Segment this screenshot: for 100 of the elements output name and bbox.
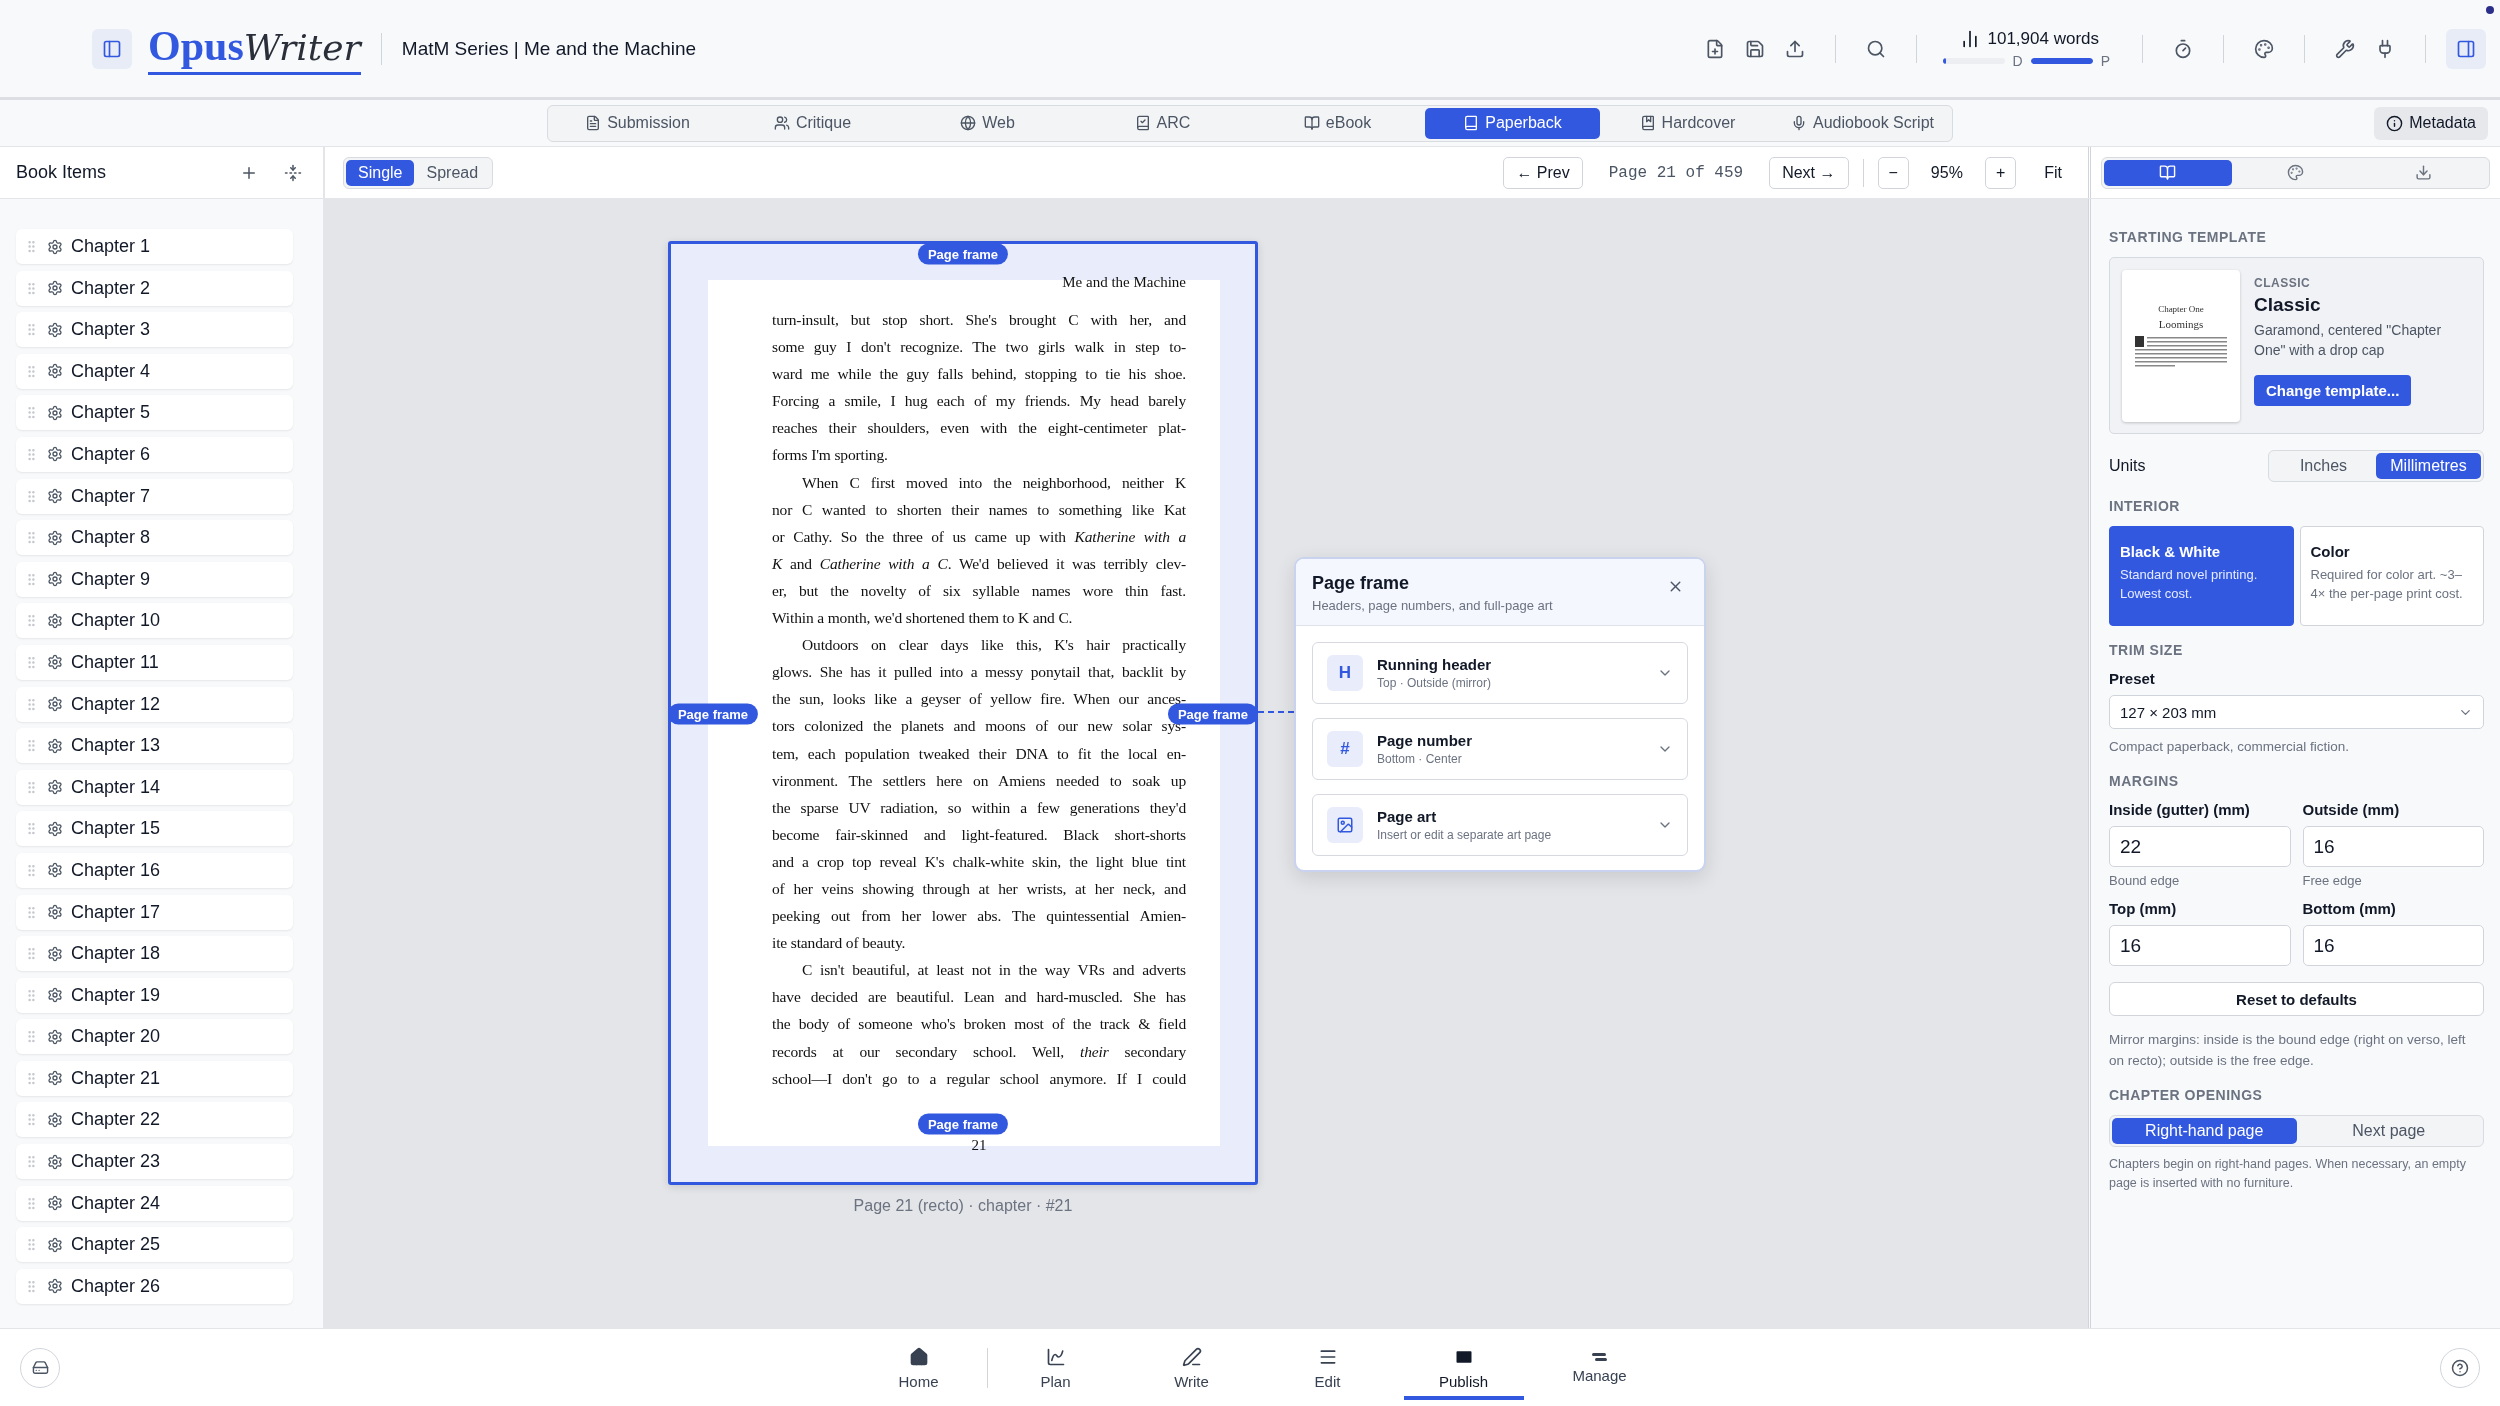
- interior-option[interactable]: Black & White Standard novel printing. Lowest cost.: [2109, 526, 2294, 626]
- view-mode-tab[interactable]: Spread: [414, 159, 491, 186]
- unit-tab[interactable]: Inches: [2271, 453, 2376, 479]
- frame-option[interactable]: # Page number Bottom · Center: [1312, 718, 1688, 780]
- help-icon: [2451, 1358, 2469, 1377]
- download-icon: [2414, 164, 2432, 181]
- chapter-item[interactable]: Chapter 8: [16, 520, 293, 556]
- format-tab[interactable]: Web: [900, 107, 1075, 139]
- timer-icon: [2173, 38, 2193, 59]
- field-label: Top (mm): [2109, 900, 2178, 918]
- chapter-item[interactable]: Chapter 23: [16, 1144, 293, 1180]
- section-heading: MARGINS: [2109, 773, 2180, 790]
- body-text-line: Forcing a smile, I hug each of my friends. My head barely: [772, 391, 1186, 412]
- margin-input[interactable]: 16: [2302, 826, 2484, 868]
- gear-icon: [47, 1028, 63, 1045]
- chapter-item[interactable]: Chapter 21: [16, 1060, 293, 1096]
- format-tab[interactable]: Hardcover: [1600, 107, 1775, 139]
- margin-input[interactable]: 16: [2109, 925, 2291, 967]
- nav-tab[interactable]: Home: [858, 1335, 979, 1400]
- mirror-note: Mirror margins: inside is the bound edge (right on verso, left on recto); outside is the free edge.: [2109, 1031, 2467, 1070]
- collapse-icon: [284, 163, 302, 182]
- drive-button[interactable]: [20, 1347, 60, 1388]
- format-tab[interactable]: Audiobook Script: [1775, 107, 1950, 139]
- chapter-item[interactable]: Chapter 13: [16, 728, 293, 764]
- progress-bar: [1942, 57, 2005, 64]
- format-tab[interactable]: Critique: [725, 107, 900, 139]
- chapter-item[interactable]: Chapter 1: [16, 229, 293, 264]
- unit-tab[interactable]: Millimetres: [2376, 453, 2481, 479]
- page-indicator: Page 21 of 459: [1607, 163, 1745, 182]
- zoom-out-button[interactable]: −: [1877, 156, 1909, 189]
- format-tab[interactable]: ARC: [1075, 107, 1250, 139]
- gear-icon: [47, 1195, 63, 1212]
- chapter-item[interactable]: Chapter 17: [16, 894, 293, 930]
- chapter-item[interactable]: Chapter 24: [16, 1185, 293, 1221]
- preset-select[interactable]: 127 × 203 mm: [2109, 695, 2484, 729]
- format-tab[interactable]: eBook: [1250, 107, 1425, 139]
- running-header: Me and the Machine: [1061, 274, 1186, 292]
- metadata-button[interactable]: Metadata: [2374, 106, 2488, 140]
- option-detail: Bottom · Center: [1377, 752, 1463, 766]
- interior-option[interactable]: Color Required for color art. ~3–4× the per-page print cost.: [2299, 526, 2484, 626]
- chapter-item[interactable]: Chapter 11: [16, 644, 293, 680]
- body-text-line: records at our secondary school. Well, their secondary: [772, 1041, 1186, 1062]
- panel-tab[interactable]: [2104, 159, 2232, 186]
- globe-icon: [960, 115, 977, 131]
- chapter-item[interactable]: Chapter 22: [16, 1102, 293, 1138]
- body-text-line: ite standard of beauty.: [772, 933, 907, 954]
- frame-option[interactable]: H Running header Top · Outside (mirror): [1312, 642, 1688, 704]
- previous-page-button[interactable]: ← Prev: [1503, 156, 1583, 189]
- field-label: Bottom (mm): [2302, 900, 2397, 918]
- panel-toggle-button[interactable]: [2446, 28, 2486, 69]
- stacked-bars-icon: [1592, 1352, 1607, 1361]
- margin-input[interactable]: 16: [2302, 925, 2484, 967]
- template-description: Garamond, centered "Chapter One" with a drop cap: [2254, 321, 2443, 361]
- chapter-item[interactable]: Chapter 19: [16, 977, 293, 1013]
- sidebar-toggle-button[interactable]: [92, 28, 132, 69]
- frame-option[interactable]: Page art Insert or edit a separate art page: [1312, 794, 1688, 856]
- change-template-button[interactable]: Change template...: [2254, 374, 2412, 406]
- format-tab[interactable]: Paperback: [1425, 107, 1600, 139]
- chapter-item[interactable]: Chapter 16: [16, 852, 293, 888]
- chapter-item[interactable]: Chapter 15: [16, 811, 293, 847]
- fit-button[interactable]: Fit: [2028, 163, 2072, 182]
- chapter-item[interactable]: Chapter 10: [16, 603, 293, 639]
- gear-icon: [47, 612, 63, 629]
- frame-badge[interactable]: Page frame: [917, 243, 1009, 265]
- nav-tab[interactable]: Plan: [995, 1335, 1116, 1400]
- opening-tab[interactable]: Right-hand page: [2112, 1117, 2297, 1144]
- chapter-item[interactable]: Chapter 7: [16, 478, 293, 514]
- chapter-item[interactable]: Chapter 9: [16, 561, 293, 597]
- nav-tab[interactable]: Publish: [1403, 1335, 1524, 1400]
- reset-button[interactable]: Reset to defaults: [2109, 982, 2484, 1017]
- chapter-item[interactable]: Chapter 26: [16, 1268, 293, 1304]
- body-text-line: er, but the novelty of six syllable names wore thin fast.: [772, 580, 1186, 601]
- section-heading: CHAPTER OPENINGS: [2109, 1086, 2264, 1103]
- chapter-item[interactable]: Chapter 18: [16, 936, 293, 972]
- chapter-item[interactable]: Chapter 5: [16, 395, 293, 431]
- body-text-line: become fair-skinned and light-featured. Black short-shorts: [772, 824, 1186, 845]
- view-mode-tab[interactable]: Single: [346, 159, 415, 186]
- chapter-item[interactable]: Chapter 25: [16, 1227, 293, 1263]
- nav-tab[interactable]: Manage: [1539, 1335, 1660, 1400]
- chapter-item[interactable]: Chapter 14: [16, 769, 293, 805]
- zoom-in-button[interactable]: +: [1984, 156, 2017, 189]
- chapter-item[interactable]: Chapter 3: [16, 312, 293, 348]
- field-label: Preset: [2109, 670, 2156, 687]
- progress-label: D: [2012, 52, 2023, 69]
- chapter-item[interactable]: Chapter 12: [16, 686, 293, 722]
- gear-icon: [47, 696, 63, 713]
- frame-badge[interactable]: Page frame: [917, 1113, 1009, 1135]
- format-tab[interactable]: Submission: [550, 107, 725, 139]
- chapter-item[interactable]: Chapter 20: [16, 1019, 293, 1055]
- opening-tab[interactable]: Next page: [2296, 1117, 2481, 1144]
- chapter-item[interactable]: Chapter 2: [16, 270, 293, 306]
- gear-icon: [47, 321, 63, 338]
- nav-tab[interactable]: Write: [1131, 1335, 1252, 1400]
- chapter-item[interactable]: Chapter 4: [16, 353, 293, 389]
- option-title: Running header: [1377, 656, 1493, 673]
- nav-tab[interactable]: Edit: [1267, 1335, 1388, 1400]
- next-page-button[interactable]: Next →: [1769, 156, 1849, 189]
- help-button[interactable]: [2440, 1347, 2480, 1388]
- margin-input[interactable]: 22: [2109, 826, 2291, 868]
- chapter-item[interactable]: Chapter 6: [16, 436, 293, 472]
